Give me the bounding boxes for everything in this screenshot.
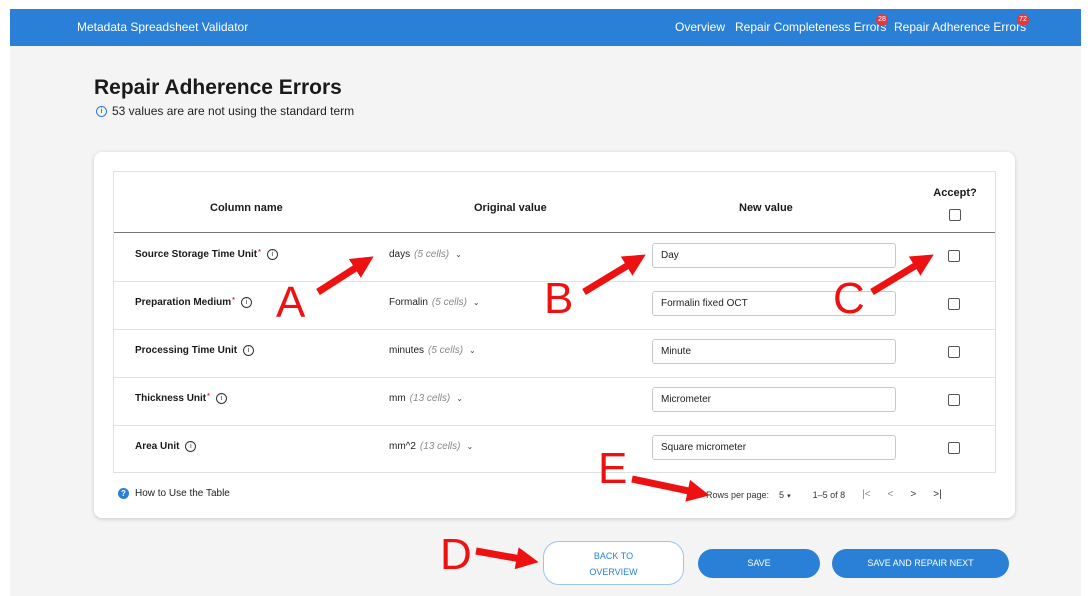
top-app-bar: Metadata Spreadsheet Validator Overview … (10, 9, 1081, 46)
table-pagination: Rows per page: 5 ▾ 1–5 of 8 |< < > >| (706, 489, 942, 500)
back-to-overview-button[interactable]: BACK TO OVERVIEW (543, 541, 684, 585)
table-row: Thickness Unit * i mm (13 cells) ⌄ (114, 377, 995, 426)
column-name: Preparation Medium (135, 297, 232, 308)
callout-e: E (598, 444, 628, 493)
info-icon[interactable]: i (185, 441, 197, 452)
original-value-dropdown[interactable]: days (5 cells) ⌄ (389, 249, 462, 260)
accept-all-checkbox[interactable] (949, 209, 961, 221)
original-value: Formalin (389, 297, 428, 308)
callout-c: C (833, 274, 865, 323)
original-value: mm (389, 393, 406, 404)
table-row: Processing Time Unit i minutes (5 cells)… (114, 329, 995, 378)
repair-table-card: Column name Original value New value Acc… (94, 152, 1015, 518)
column-name-cell: Area Unit i (135, 441, 197, 452)
column-name: Thickness Unit (135, 393, 207, 404)
header-original-value: Original value (474, 202, 547, 214)
cell-count: (13 cells) (419, 441, 461, 452)
chevron-down-icon: ⌄ (455, 250, 462, 259)
help-icon: ? (118, 488, 129, 499)
how-to-use-link[interactable]: ? How to Use the Table (118, 488, 230, 499)
original-value-dropdown[interactable]: Formalin (5 cells) ⌄ (389, 297, 480, 308)
info-icon[interactable]: i (266, 249, 278, 260)
caret-down-icon: ▾ (787, 492, 791, 500)
chevron-down-icon: ⌄ (469, 346, 476, 355)
original-value-dropdown[interactable]: mm (13 cells) ⌄ (389, 393, 463, 404)
rows-per-page-value: 5 (779, 489, 785, 500)
prev-page-icon[interactable]: < (888, 489, 894, 500)
column-name-cell: Preparation Medium * i (135, 297, 252, 308)
rows-per-page-select[interactable]: 5 ▾ (779, 490, 791, 500)
original-value: mm^2 (389, 441, 416, 452)
accept-checkbox[interactable] (948, 346, 960, 358)
required-marker: * (258, 249, 261, 256)
header-accept: Accept? (932, 187, 978, 224)
header-accept-label: Accept? (933, 187, 977, 199)
required-marker: * (232, 297, 235, 304)
accept-checkbox[interactable] (948, 250, 960, 262)
callout-a: A (276, 278, 306, 327)
accept-checkbox[interactable] (948, 442, 960, 454)
nav-overview[interactable]: Overview (675, 20, 725, 34)
cell-count: (5 cells) (431, 297, 467, 308)
column-name: Area Unit (135, 441, 180, 452)
callout-b: B (544, 274, 574, 323)
info-icon: i (96, 105, 107, 117)
page-range: 1–5 of 8 (812, 489, 846, 500)
table-row: Area Unit i mm^2 (13 cells) ⌄ (114, 425, 995, 473)
first-page-icon[interactable]: |< (862, 489, 870, 500)
info-icon[interactable]: i (215, 393, 227, 404)
callout-d: D (440, 530, 472, 579)
page-title: Repair Adherence Errors (94, 76, 342, 99)
nav-repair-adherence[interactable]: Repair Adherence Errors (894, 20, 1026, 34)
cell-count: (5 cells) (428, 345, 464, 356)
cell-count: (5 cells) (414, 249, 450, 260)
header-new-value: New value (739, 202, 793, 214)
new-value-input[interactable] (652, 387, 896, 412)
info-icon[interactable]: i (243, 345, 255, 356)
column-name: Source Storage Time Unit (135, 249, 258, 260)
rows-per-page-label: Rows per page: (706, 489, 770, 500)
page-subtitle: i 53 values are are not using the standa… (96, 104, 354, 118)
required-marker: * (207, 393, 210, 400)
back-button-line2: OVERVIEW (589, 567, 638, 577)
column-name-cell: Source Storage Time Unit * i (135, 249, 278, 260)
chevron-down-icon: ⌄ (466, 442, 474, 451)
next-page-icon[interactable]: > (910, 489, 916, 500)
nav-repair-completeness[interactable]: Repair Completeness Errors (735, 20, 886, 34)
original-value: days (389, 249, 411, 260)
accept-checkbox[interactable] (948, 394, 960, 406)
column-name: Processing Time Unit (135, 345, 238, 356)
column-name-cell: Processing Time Unit i (135, 345, 255, 356)
table-header: Column name Original value New value Acc… (114, 172, 995, 233)
how-to-use-label: How to Use the Table (135, 488, 230, 499)
subtitle-text: 53 values are are not using the standard… (112, 104, 355, 118)
save-button[interactable]: SAVE (698, 549, 820, 578)
original-value-dropdown[interactable]: mm^2 (13 cells) ⌄ (389, 441, 473, 452)
original-value-dropdown[interactable]: minutes (5 cells) ⌄ (389, 345, 476, 356)
cell-count: (13 cells) (409, 393, 451, 404)
chevron-down-icon: ⌄ (472, 298, 480, 307)
original-value: minutes (389, 345, 425, 356)
column-name-cell: Thickness Unit * i (135, 393, 227, 404)
info-icon[interactable]: i (240, 297, 252, 308)
new-value-input[interactable] (652, 339, 896, 364)
chevron-down-icon: ⌄ (456, 394, 463, 403)
completeness-error-badge: 28 (876, 14, 888, 26)
adherence-error-badge: 72 (1017, 14, 1029, 26)
last-page-icon[interactable]: >| (933, 489, 941, 500)
accept-checkbox[interactable] (948, 298, 960, 310)
header-column-name: Column name (210, 202, 283, 214)
back-button-line1: BACK TO (593, 551, 634, 561)
app-title: Metadata Spreadsheet Validator (77, 20, 249, 34)
save-and-repair-next-button[interactable]: SAVE AND REPAIR NEXT (832, 549, 1009, 578)
new-value-input[interactable] (652, 243, 896, 268)
new-value-input[interactable] (652, 435, 896, 460)
